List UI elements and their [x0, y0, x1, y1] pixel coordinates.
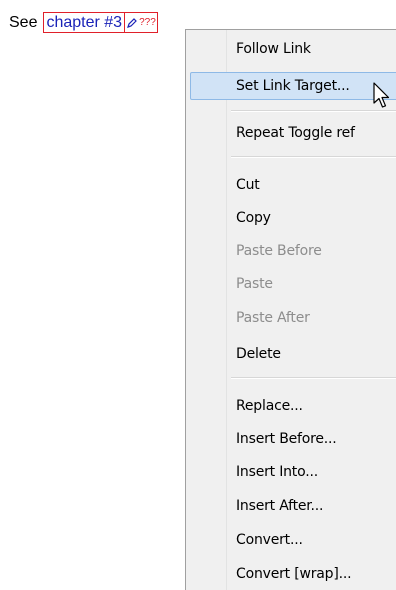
menu-item-insert-into[interactable]: Insert Into...	[190, 458, 396, 486]
screen: See chapter #3 ??? Follow Link Set Link …	[0, 0, 396, 590]
context-menu: Follow Link Set Link Target... Repeat To…	[185, 29, 396, 590]
menu-separator	[231, 377, 396, 379]
menu-item-replace[interactable]: Replace...	[190, 392, 396, 420]
paragraph-text: See	[9, 13, 38, 31]
menu-item-paste: Paste	[236, 276, 273, 292]
menu-item-set-link-target[interactable]: Set Link Target...	[190, 72, 396, 100]
menu-item-insert-before[interactable]: Insert Before...	[190, 425, 396, 453]
mouse-cursor-icon	[373, 82, 390, 108]
menu-item-paste-after: Paste After	[236, 310, 310, 326]
menu-separator	[231, 110, 396, 112]
link-target-marker[interactable]: ???	[125, 12, 158, 33]
menu-separator	[231, 156, 396, 158]
document-paragraph: See chapter #3 ???	[9, 12, 158, 33]
menu-item-convert[interactable]: Convert...	[190, 526, 396, 554]
menu-item-copy[interactable]: Copy	[190, 204, 396, 232]
menu-item-follow-link[interactable]: Follow Link	[190, 35, 396, 63]
menu-item-delete[interactable]: Delete	[190, 340, 396, 368]
pen-icon	[127, 17, 137, 28]
link-target-text: ???	[139, 17, 156, 28]
menu-item-paste-before: Paste Before	[236, 243, 322, 259]
menu-item-cut[interactable]: Cut	[190, 171, 396, 199]
menu-item-insert-after[interactable]: Insert After...	[190, 492, 396, 520]
menu-item-convert-wrap[interactable]: Convert [wrap]...	[190, 560, 396, 588]
link-element[interactable]: chapter #3	[43, 12, 126, 33]
menu-item-repeat-toggle-ref[interactable]: Repeat Toggle ref	[190, 119, 396, 147]
